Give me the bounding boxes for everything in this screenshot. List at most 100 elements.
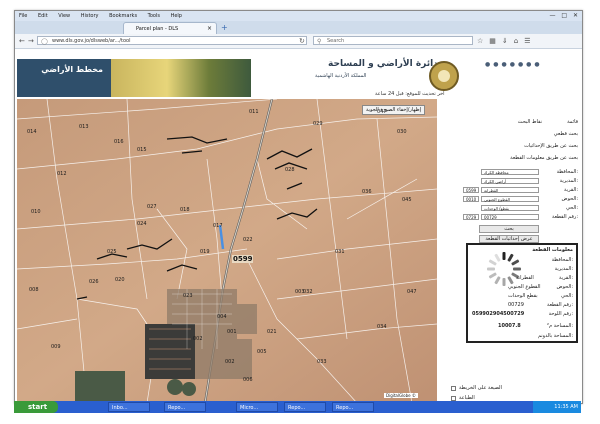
parcel-label: 026	[89, 279, 99, 285]
header-image-band	[111, 59, 251, 97]
parcel-code[interactable]: 0729	[463, 214, 479, 220]
parcel-label: 028	[285, 167, 295, 173]
info-label: الحي:	[561, 293, 573, 299]
parcel-label: 047	[377, 109, 387, 115]
parcel-label: 005	[257, 349, 267, 355]
toolbar-icons[interactable]: ☆▦⇓⌂☰	[477, 36, 536, 46]
label-checkbox[interactable]	[451, 386, 456, 391]
browser-window: File Edit View History Bookmarks Tools H…	[14, 10, 583, 404]
main-parcel-label: 0599	[232, 255, 254, 263]
parcel-label: 015	[137, 147, 147, 153]
search-input[interactable]: ⚲ Search	[313, 36, 473, 45]
header-left-title: مخطط الأراضي	[41, 65, 103, 74]
parcel-info-box: معلومات القطعة المحافظة: المديرية: القري…	[466, 243, 578, 343]
search-option-coordinates[interactable]: بحث عن طريق الإحداثيات	[524, 143, 578, 149]
field-label: المحافظة:	[556, 169, 578, 175]
basin-select[interactable]: القطوع الجنوبي	[481, 196, 539, 202]
taskbar-item[interactable]: Micro...	[236, 402, 278, 412]
tab-parcel-plan[interactable]: Parcel plan - DLS ×	[123, 22, 217, 34]
address-text: www.dls.gov.jo/dlsweb/ar.../tool	[52, 38, 131, 44]
parcel-boundaries	[17, 99, 437, 403]
parcel-label: 034	[377, 324, 387, 330]
parcel-label: 023	[183, 293, 193, 299]
parcel-map[interactable]: إظهار/إخفاء الصورة الجوية 011 014 015 01…	[17, 99, 437, 403]
menu-tools[interactable]: Tools	[148, 13, 160, 19]
parcel-label: 030	[397, 129, 407, 135]
back-icon[interactable]: ←	[19, 36, 25, 46]
parcel-label: 014	[27, 129, 37, 135]
info-value: 059902904500729	[472, 311, 525, 317]
parcel-label: 027	[147, 204, 157, 210]
show-parcel-coordinates-button[interactable]: عرض إحداثيات القطعة	[479, 235, 539, 243]
info-title: معلومات القطعة	[532, 247, 573, 253]
reload-icon[interactable]: ↻	[299, 36, 305, 46]
parcel-label: 002	[225, 359, 235, 365]
taskbar-item[interactable]: Repo...	[164, 402, 206, 412]
address-bar[interactable]: ◯ www.dls.gov.jo/dlsweb/ar.../tool	[37, 36, 307, 45]
parcel-label: 010	[31, 209, 41, 215]
info-label: القرية:	[559, 275, 573, 281]
parcel-label: 033	[317, 359, 327, 365]
village-code[interactable]: 0599	[463, 187, 479, 193]
menu-bookmarks[interactable]: Bookmarks	[109, 13, 137, 19]
parcel-label: 003	[295, 289, 305, 295]
neighborhood-select[interactable]: بقطع/ الوحدات	[481, 205, 539, 211]
dls-logo	[429, 61, 459, 91]
forward-icon[interactable]: →	[28, 36, 34, 46]
basin-code[interactable]: 0010	[463, 196, 479, 202]
directorate-select[interactable]: أراضي الكرك	[481, 178, 539, 184]
governorate-select[interactable]: محافظة الكرك	[481, 169, 539, 175]
taskbar-item[interactable]: Inbo...	[108, 402, 150, 412]
taskbar-item[interactable]: Repo...	[332, 402, 374, 412]
new-tab-icon[interactable]: +	[221, 23, 228, 33]
field-label: المديرية:	[559, 178, 578, 184]
menu-help[interactable]: Help	[171, 13, 182, 19]
parcel-label: 047	[407, 289, 417, 295]
info-label: رقم اللوحة:	[548, 311, 573, 317]
window-controls[interactable]: — □ ✕	[549, 12, 580, 19]
toggle-aerial-button[interactable]: إظهار/إخفاء الصورة الجوية	[362, 105, 426, 115]
parcel-label: 001	[227, 329, 237, 335]
menu-view[interactable]: View	[58, 13, 70, 19]
globe-icon: ◯	[41, 38, 48, 45]
field-label: الحي:	[566, 205, 578, 211]
search-option-parcel-info[interactable]: بحث عن طريق معلومات القطعة	[510, 155, 578, 161]
system-tray: 11:35 AM	[533, 401, 581, 413]
header-link-icons[interactable]: ●●●●●●●	[485, 61, 543, 68]
map-copyright: DigitalGlobe ©	[384, 393, 418, 398]
search-panel: قائمة نقاط البحث بحث قطعي بحث عن طريق ال…	[439, 99, 582, 403]
parcel-label: 002	[193, 336, 203, 342]
parcel-label: 025	[107, 249, 117, 255]
info-label: المساحة م²:	[547, 323, 573, 329]
panel-header-link[interactable]: بحث قطعي	[554, 131, 578, 137]
village-select[interactable]: القطرانة	[481, 187, 539, 193]
parcel-number-input[interactable]: 00729	[481, 214, 539, 220]
menu-history[interactable]: History	[81, 13, 99, 19]
info-label: المديرية:	[554, 266, 573, 272]
parcel-label: 021	[267, 329, 277, 335]
info-value: بقطع الوحدات	[508, 293, 538, 299]
start-button[interactable]: start	[14, 401, 58, 413]
parcel-label: 031	[335, 249, 345, 255]
update-note: آخر تحديث للموقع: قبل 24 ساعة	[375, 91, 445, 97]
info-label: المحافظة:	[551, 257, 573, 263]
parcel-label: 004	[217, 314, 227, 320]
panel-header-link[interactable]: قائمة	[567, 119, 578, 125]
loading-spinner-icon	[487, 252, 521, 286]
info-label: رقم القطعة:	[546, 302, 573, 308]
parcel-label: 020	[115, 277, 125, 283]
parcel-label: 036	[362, 189, 372, 195]
panel-header-link[interactable]: نقاط البحث	[518, 119, 542, 125]
field-label: الحوض:	[561, 196, 578, 202]
checkbox-label: الصيغة على الخريطة	[459, 385, 502, 391]
search-button[interactable]: بحث	[479, 225, 539, 233]
menu-file[interactable]: File	[19, 13, 27, 19]
parcel-label: 019	[200, 249, 210, 255]
parcel-label: 045	[402, 197, 412, 203]
menu-edit[interactable]: Edit	[38, 13, 48, 19]
taskbar-item[interactable]: Repo...	[284, 402, 326, 412]
navigation-bar: ← → ◯ www.dls.gov.jo/dlsweb/ar.../tool ↻…	[15, 34, 582, 49]
field-label: القرية:	[564, 187, 578, 193]
parcel-label: 024	[137, 221, 147, 227]
parcel-label: 016	[114, 139, 124, 145]
